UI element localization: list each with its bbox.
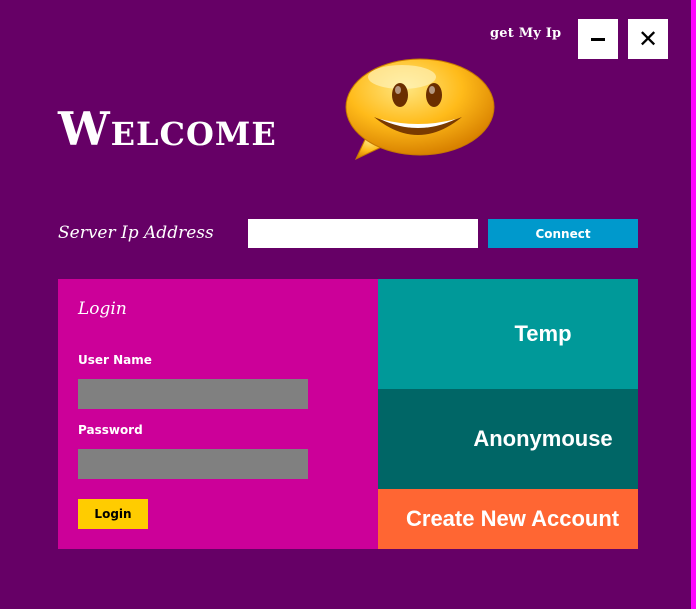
welcome-title: Welcome bbox=[58, 102, 277, 156]
username-label: User Name bbox=[78, 353, 152, 367]
window-edge bbox=[691, 0, 696, 609]
anonymous-tile[interactable]: Anonymouse bbox=[378, 389, 638, 489]
server-ip-input[interactable] bbox=[248, 219, 478, 248]
minimize-icon bbox=[591, 37, 605, 41]
smiley-chat-bubble-icon bbox=[345, 58, 495, 161]
login-title: Login bbox=[78, 299, 127, 319]
create-account-tile[interactable]: Create New Account bbox=[378, 489, 638, 549]
server-ip-label: Server Ip Address bbox=[58, 223, 214, 243]
close-button[interactable]: ✕ bbox=[628, 19, 668, 59]
password-label: Password bbox=[78, 423, 143, 437]
login-panel: Login User Name Password Login bbox=[58, 279, 378, 549]
login-button[interactable]: Login bbox=[78, 499, 148, 529]
temp-tile[interactable]: Temp bbox=[378, 279, 638, 389]
username-input[interactable] bbox=[78, 379, 308, 409]
get-my-ip-link[interactable]: get My Ip bbox=[490, 26, 561, 41]
password-input[interactable] bbox=[78, 449, 308, 479]
connect-button[interactable]: Connect bbox=[488, 219, 638, 248]
close-icon: ✕ bbox=[637, 25, 659, 53]
minimize-button[interactable] bbox=[578, 19, 618, 59]
